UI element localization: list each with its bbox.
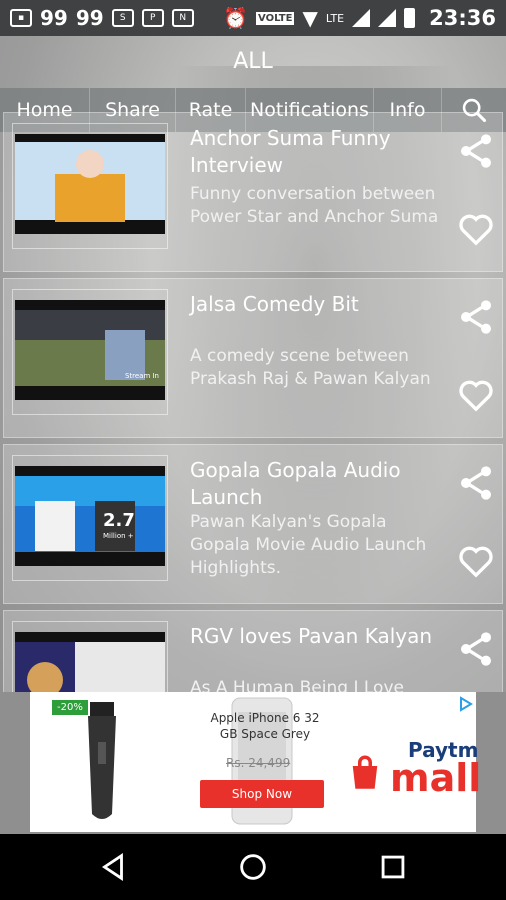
thumbnail[interactable]: 2.7 Million + [12, 455, 168, 581]
list-item[interactable]: RGV loves Pavan Kalyan As A Human Being … [3, 610, 503, 692]
share-icon[interactable] [456, 131, 496, 171]
thumbnail[interactable] [12, 621, 168, 692]
video-thumbnail-image [15, 632, 165, 692]
video-title[interactable]: Gopala Gopala Audio Launch [190, 457, 450, 511]
video-thumbnail-image: Stream In [15, 300, 165, 400]
favorite-heart-icon[interactable] [456, 375, 496, 415]
video-description: As A Human Being I Love [190, 678, 404, 692]
signal-icon-2 [378, 9, 397, 27]
volte-badge: VOLTE [256, 11, 295, 25]
thumbnail-watermark: Stream In [124, 372, 159, 380]
ad-price: Rs. 24,499 [226, 756, 291, 770]
list-item[interactable]: 2.7 Million + Gopala Gopala Audio Launch… [3, 444, 503, 604]
notification-icon: ▪ [10, 9, 32, 27]
video-title[interactable]: Jalsa Comedy Bit [190, 291, 450, 318]
app-content: ALL Home Share Rate Notifications Info A… [0, 36, 506, 692]
ad-brand-main: mall [390, 756, 482, 800]
thumbnail[interactable]: Stream In [12, 289, 168, 415]
home-icon[interactable] [236, 850, 270, 884]
battery-icon [404, 8, 416, 28]
video-title[interactable]: RGV loves Pavan Kalyan [190, 623, 450, 650]
network-type: LTE [325, 11, 345, 25]
share-icon[interactable] [456, 463, 496, 503]
video-description: Funny conversation between Power Star an… [190, 184, 439, 227]
status-bar: ▪ 99 99 S P N ⏰ VOLTE ▼ LTE 23:36 [0, 0, 506, 36]
video-description: Pawan Kalyan's Gopala Gopala Movie Audio… [190, 512, 427, 578]
list-item[interactable]: Anchor Suma Funny Interview Funny conver… [3, 112, 503, 272]
favorite-heart-icon[interactable] [456, 209, 496, 249]
video-thumbnail-image: 2.7 Million + [15, 466, 165, 566]
ad-product-name: Apple iPhone 6 32 GB Space Grey [210, 711, 320, 741]
paytm-icon: P [141, 9, 164, 27]
system-nav-bar [0, 834, 506, 900]
video-title[interactable]: Anchor Suma Funny Interview [190, 125, 450, 179]
views-badge: 2.7 [103, 510, 135, 531]
shop-now-button[interactable]: Shop Now [200, 780, 324, 808]
back-icon[interactable] [96, 850, 130, 884]
clock-time: 23:36 [429, 6, 496, 30]
favorite-heart-icon[interactable] [456, 541, 496, 581]
ad-banner[interactable]: -20% Apple iPhone 6 32 GB Space Grey Rs.… [0, 692, 506, 834]
page-title: ALL [233, 48, 273, 74]
video-thumbnail-image [15, 134, 165, 234]
ad-content[interactable]: -20% Apple iPhone 6 32 GB Space Grey Rs.… [30, 692, 481, 832]
list-item[interactable]: Stream In Jalsa Comedy Bit A comedy scen… [3, 278, 503, 438]
share-icon[interactable] [456, 629, 496, 669]
recents-icon[interactable] [376, 850, 410, 884]
wifi-icon: ▼ [302, 6, 318, 30]
share-icon[interactable] [456, 297, 496, 337]
signal-icon [352, 9, 371, 27]
status-count-1: 99 [40, 6, 68, 30]
thumbnail[interactable] [12, 123, 168, 249]
trimmer-product-image [88, 702, 116, 819]
status-count-2: 99 [75, 6, 104, 30]
shopping-bag-icon [352, 755, 378, 789]
skype-icon: S [111, 9, 134, 27]
alarm-icon: ⏰ [223, 6, 249, 30]
ad-choices-icon[interactable] [458, 696, 474, 712]
views-badge-sub: Million + [103, 532, 134, 540]
n-icon: N [171, 9, 194, 27]
video-description: A comedy scene between Prakash Raj & Paw… [190, 346, 431, 389]
